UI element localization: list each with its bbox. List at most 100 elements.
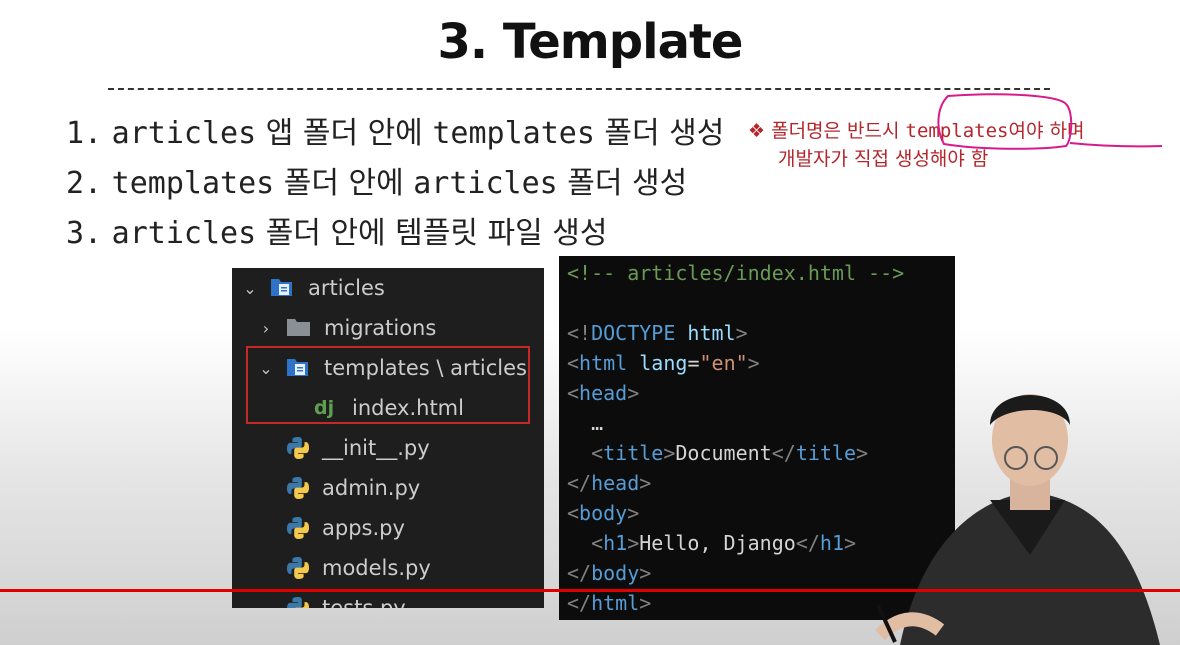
python-icon xyxy=(286,476,310,500)
code-line: </html> xyxy=(567,588,651,618)
file-explorer: ⌄ articles › migrations ⌄ templates \ article… xyxy=(232,268,544,608)
tree-item-label: __init__.py xyxy=(322,436,430,460)
code-line: <h1>Hello, Django</h1> xyxy=(567,528,856,558)
code-line: <!-- articles/index.html --> xyxy=(567,258,904,288)
note-keyword: templates xyxy=(905,120,1009,142)
tree-item-admin-py[interactable]: admin.py xyxy=(232,468,544,508)
code-line: </head> xyxy=(567,468,651,498)
tree-item-label: articles xyxy=(308,276,385,300)
code-token: > xyxy=(639,471,652,495)
code-line: <body> xyxy=(567,498,639,528)
step-item: 2. templates 폴더 안에 articles 폴더 생성 xyxy=(66,162,724,212)
code-line: <!DOCTYPE html> xyxy=(567,318,748,348)
step-code-term: articles xyxy=(413,166,558,201)
step-number: 3. xyxy=(66,216,103,251)
step-text: 폴더 생성 xyxy=(594,116,725,151)
code-token: > xyxy=(639,561,652,585)
step-list: 1. articles 앱 폴더 안에 templates 폴더 생성 2. te… xyxy=(66,112,724,262)
code-token: body xyxy=(579,501,628,525)
code-token: </ xyxy=(567,561,592,585)
code-token: Document xyxy=(675,441,772,465)
step-text: 앱 폴더 안에 xyxy=(256,116,433,151)
note-callout: ❖ 폴더명은 반드시 templates여야 하며 개발자가 직접 생성해야 함 xyxy=(748,117,1084,173)
step-number: 2. xyxy=(66,166,103,201)
code-line: <head> xyxy=(567,378,639,408)
tree-item-label: admin.py xyxy=(322,476,421,500)
code-token: title xyxy=(795,441,857,465)
tree-item-init-py[interactable]: __init__.py xyxy=(232,428,544,468)
step-text: 폴더 생성 xyxy=(557,166,688,201)
code-token: < xyxy=(567,531,604,555)
tree-item-articles[interactable]: ⌄ articles xyxy=(232,268,544,308)
code-token: Hello, Django xyxy=(639,531,796,555)
step-text: 폴더 안에 xyxy=(274,166,414,201)
step-text: 폴더 안에 템플릿 파일 생성 xyxy=(256,216,608,251)
tree-item-migrations[interactable]: › migrations xyxy=(232,308,544,348)
code-token: > xyxy=(627,531,640,555)
folder-gray-icon xyxy=(286,316,312,340)
code-token: < xyxy=(567,501,580,525)
tree-item-label: apps.py xyxy=(322,516,405,540)
code-token: > xyxy=(663,441,676,465)
step-code-term: templates xyxy=(111,166,275,201)
code-token: "en" xyxy=(699,351,748,375)
step-code-term: articles xyxy=(111,216,257,251)
code-token: head xyxy=(579,381,628,405)
tree-item-label: models.py xyxy=(322,556,431,580)
code-token: title xyxy=(603,441,664,465)
code-line: … xyxy=(567,408,603,438)
note-text-after: 여야 하며 xyxy=(1008,120,1085,142)
code-token: > xyxy=(844,531,857,555)
chevron-right-icon: › xyxy=(262,318,270,338)
note-bullet-icon: ❖ xyxy=(748,120,766,142)
slide-title: 3. Template xyxy=(437,14,744,70)
code-token: lang xyxy=(627,351,688,375)
step-code-term: templates xyxy=(432,116,595,151)
code-line: <html lang="en"> xyxy=(567,348,760,378)
code-token: > xyxy=(735,321,748,345)
tree-item-label: tests.py xyxy=(322,596,406,608)
code-token: = xyxy=(687,351,700,375)
step-number: 1. xyxy=(66,116,103,151)
code-token: > xyxy=(627,501,640,525)
code-token: DOCTYPE xyxy=(591,321,676,345)
chevron-down-icon: ⌄ xyxy=(243,278,257,298)
code-token: < xyxy=(567,441,604,465)
code-token: < xyxy=(567,351,580,375)
code-token: </ xyxy=(771,441,796,465)
python-icon xyxy=(286,596,310,608)
code-token: </ xyxy=(567,471,592,495)
code-token: </ xyxy=(795,531,820,555)
tree-item-models-py[interactable]: models.py xyxy=(232,548,544,588)
code-token: html xyxy=(579,351,628,375)
tree-item-apps-py[interactable]: apps.py xyxy=(232,508,544,548)
code-token: </ xyxy=(567,591,592,615)
code-token: > xyxy=(639,591,652,615)
code-token: <! xyxy=(567,321,592,345)
step-item: 3. articles 폴더 안에 템플릿 파일 생성 xyxy=(66,212,724,262)
code-token: > xyxy=(627,381,640,405)
code-token: h1 xyxy=(819,531,844,555)
highlight-box xyxy=(246,346,530,424)
python-icon xyxy=(286,556,310,580)
code-line: </body> xyxy=(567,558,651,588)
code-token: <!-- articles/index.html --> xyxy=(567,261,905,285)
code-token: … xyxy=(567,411,604,435)
title-divider xyxy=(108,88,1050,90)
code-token: > xyxy=(747,351,760,375)
python-icon xyxy=(286,436,310,460)
tree-item-label: migrations xyxy=(324,316,437,340)
python-icon xyxy=(286,516,310,540)
note-line-2: 개발자가 직접 생성해야 함 xyxy=(778,148,989,170)
presenter-video xyxy=(875,394,1160,645)
step-code-term: articles xyxy=(111,116,257,151)
code-token: html xyxy=(675,321,736,345)
code-token: html xyxy=(591,591,640,615)
folder-open-blue-icon xyxy=(270,276,296,300)
video-progress-bar[interactable] xyxy=(0,589,1180,592)
code-token: body xyxy=(591,561,640,585)
note-line-1: ❖ 폴더명은 반드시 templates여야 하며 xyxy=(748,117,1084,145)
code-token: h1 xyxy=(603,531,628,555)
step-item: 1. articles 앱 폴더 안에 templates 폴더 생성 xyxy=(66,112,724,162)
code-token: head xyxy=(591,471,640,495)
